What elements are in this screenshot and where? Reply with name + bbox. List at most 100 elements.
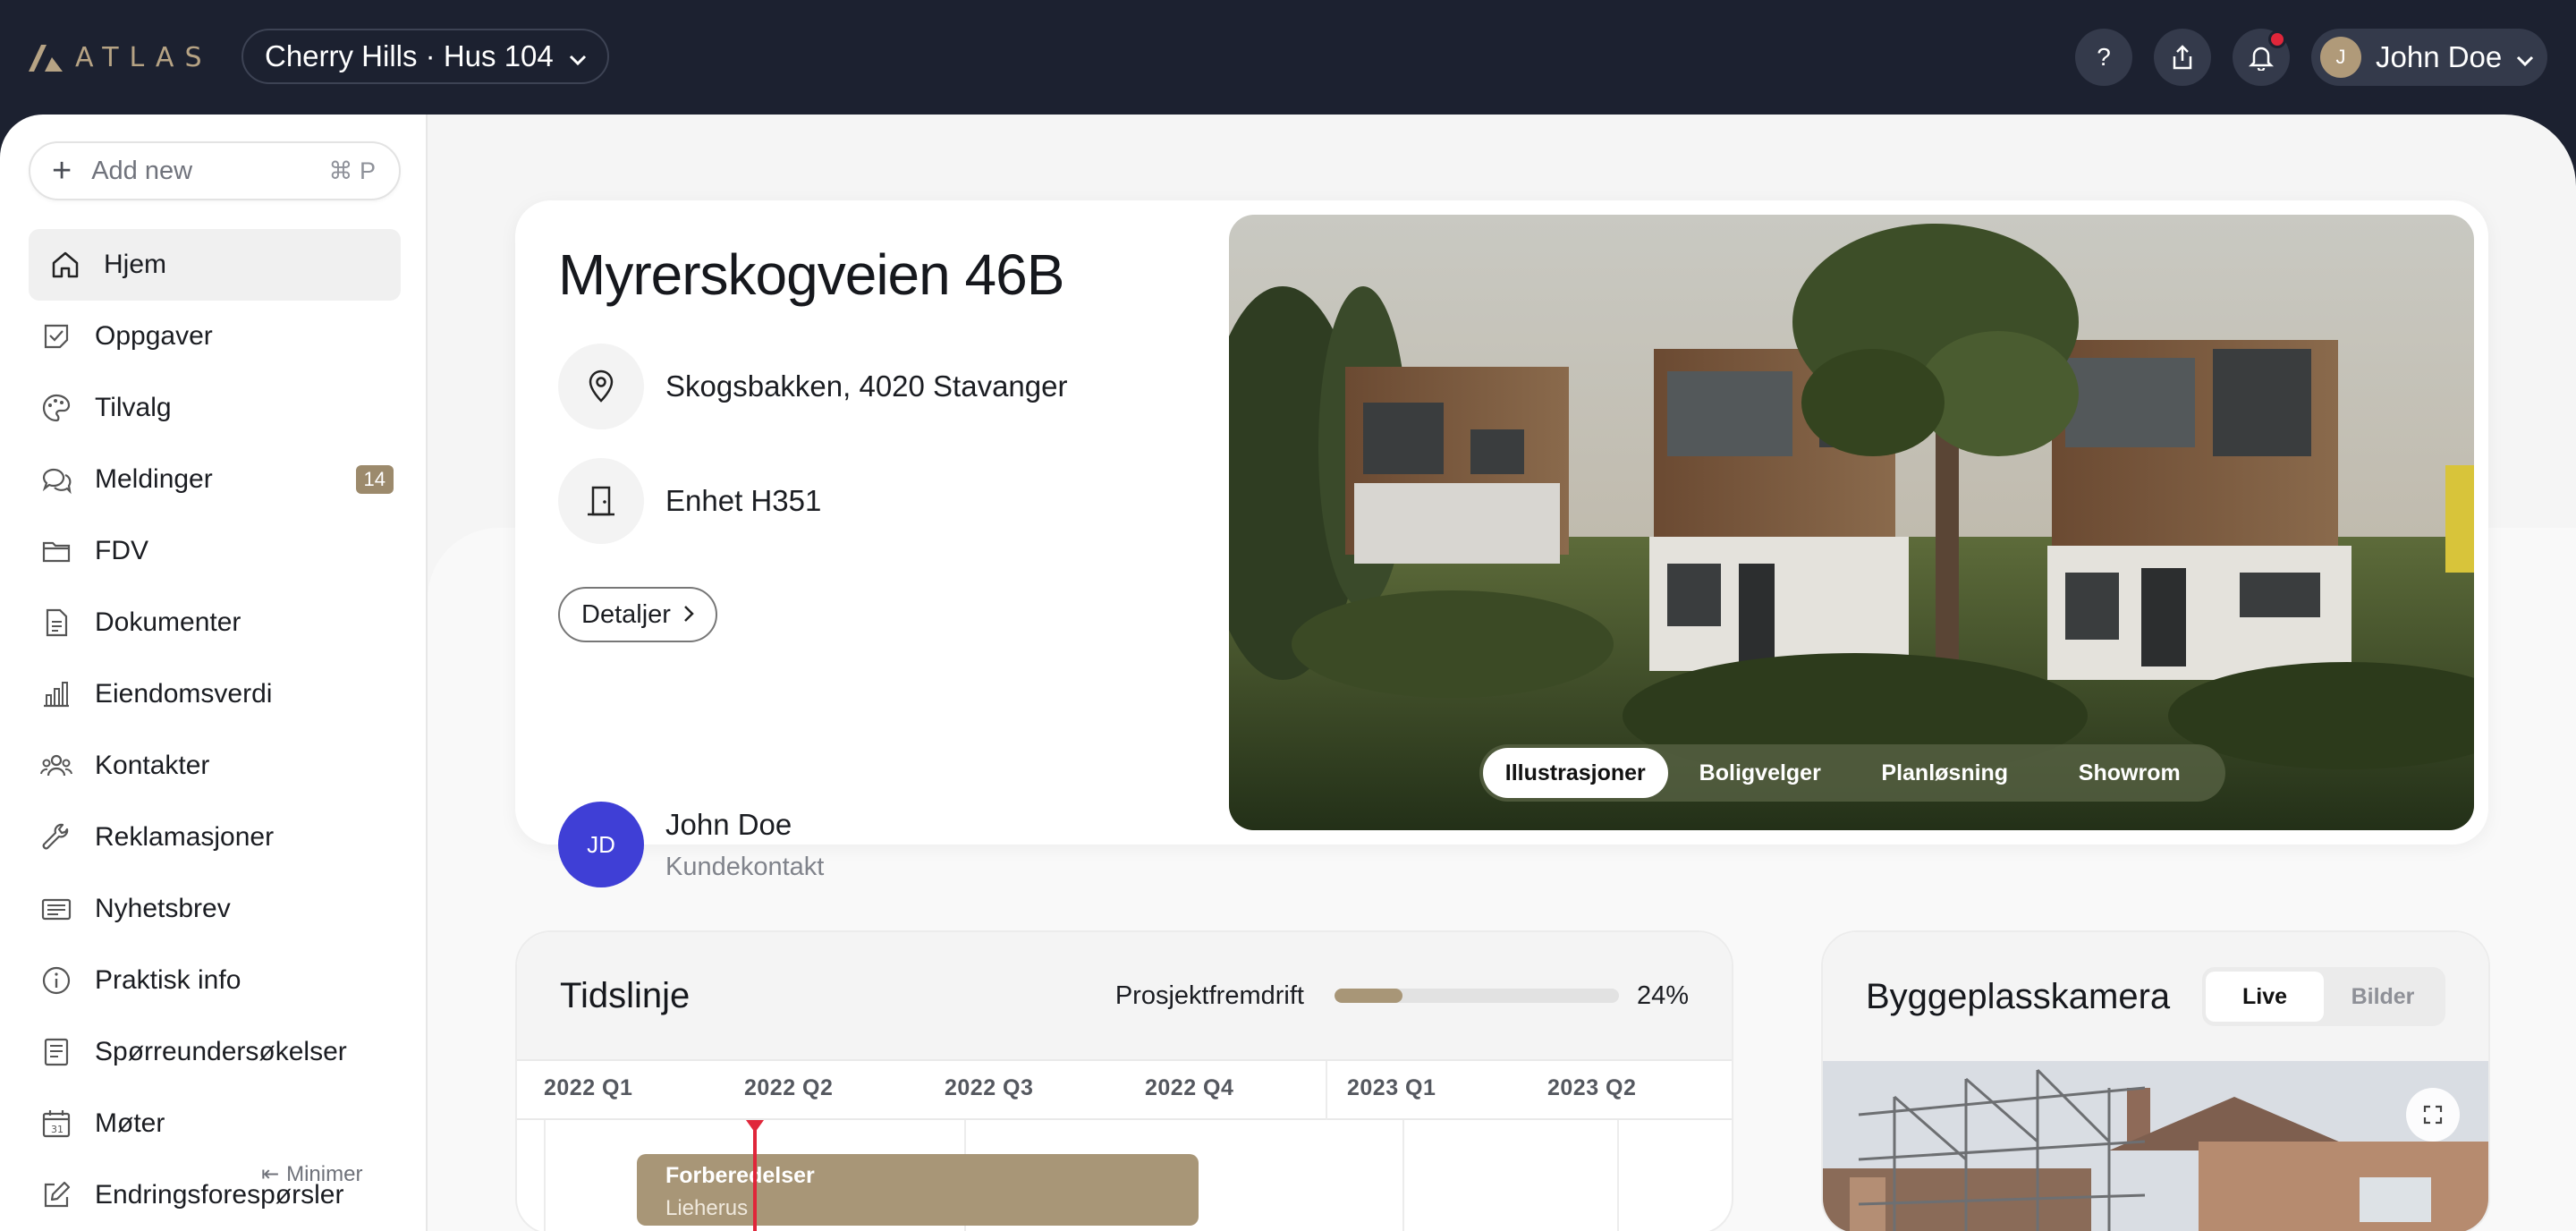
- chevron-down-icon: [2515, 40, 2535, 74]
- expand-button[interactable]: [2406, 1088, 2460, 1142]
- live-camera-image[interactable]: [1823, 1061, 2490, 1231]
- sidebar-item-hjem[interactable]: Hjem: [29, 229, 401, 301]
- unit-row: Enhet H351: [558, 458, 821, 544]
- help-button[interactable]: ?: [2075, 29, 2132, 86]
- grid-line: [544, 1120, 546, 1231]
- address-text: Skogsbakken, 4020 Stavanger: [665, 369, 1068, 403]
- sidebar-item-nyhetsbrev[interactable]: Nyhetsbrev: [29, 873, 401, 945]
- sidebar-item-label: Hjem: [104, 250, 167, 279]
- info-icon: [38, 962, 75, 999]
- top-bar: ATLAS Cherry Hills · Hus 104 ? J John Do…: [0, 0, 2576, 115]
- bell-icon: [2249, 47, 2274, 71]
- quarter-label: 2022 Q1: [544, 1075, 633, 1100]
- calendar-icon: 31: [38, 1105, 75, 1142]
- pictures-option[interactable]: Bilder: [2324, 972, 2442, 1022]
- today-marker-icon: [746, 1120, 764, 1133]
- bar-chart-icon: [38, 675, 75, 713]
- collapse-left-icon: ⇤: [261, 1162, 280, 1186]
- sidebar-item-label: Spørreundersøkelser: [95, 1037, 347, 1066]
- contact-info: John Doe Kundekontakt: [665, 808, 824, 882]
- quarter-label: 2022 Q4: [1145, 1075, 1234, 1100]
- add-new-button[interactable]: + Add new ⌘ P: [29, 141, 401, 200]
- home-icon: [47, 246, 84, 284]
- sidebar-item-fdv[interactable]: FDV: [29, 515, 401, 587]
- logo-text: ATLAS: [75, 41, 213, 73]
- sidebar-item-label: Nyhetsbrev: [95, 894, 231, 923]
- plus-icon: +: [52, 152, 72, 190]
- address-row: Skogsbakken, 4020 Stavanger: [558, 344, 1067, 429]
- chevron-right-icon: [683, 601, 694, 629]
- grid-line: [1402, 1120, 1404, 1231]
- tab-illustrasjoner[interactable]: Illustrasjoner: [1483, 748, 1668, 798]
- progress-bar: [1334, 989, 1619, 1003]
- project-name: Cherry Hills · Hus 104: [265, 39, 554, 72]
- customer-contact[interactable]: JD John Doe Kundekontakt: [558, 802, 824, 887]
- project-selector[interactable]: Cherry Hills · Hus 104: [242, 29, 609, 84]
- share-button[interactable]: [2154, 29, 2211, 86]
- svg-text:31: 31: [51, 1124, 64, 1135]
- notifications-button[interactable]: [2233, 29, 2290, 86]
- help-icon: ?: [2097, 43, 2111, 71]
- property-hero-card: Myrerskogveien 46B Skogsbakken, 4020 Sta…: [515, 200, 2488, 887]
- folder-icon: [38, 532, 75, 570]
- contacts-icon: [38, 747, 75, 785]
- year-divider: [1326, 1061, 1327, 1120]
- sidebar-item-label: Praktisk info: [95, 965, 242, 995]
- sidebar-item-kontakter[interactable]: Kontakter: [29, 730, 401, 802]
- minimize-sidebar-button[interactable]: ⇤ Minimer: [261, 1161, 362, 1187]
- live-option[interactable]: Live: [2206, 972, 2324, 1022]
- sidebar-item-meldinger[interactable]: Meldinger 14: [29, 444, 401, 515]
- page-title: Myrerskogveien 46B: [558, 242, 1064, 307]
- sidebar: + Add new ⌘ P Hjem Oppgaver Tilvalg Meld…: [0, 115, 428, 1231]
- expand-icon: [2423, 1105, 2443, 1125]
- project-progress: Prosjektfremdrift 24%: [1115, 981, 1689, 1011]
- details-button[interactable]: Detaljer: [558, 587, 717, 642]
- sidebar-item-moter[interactable]: 31 Møter: [29, 1088, 401, 1159]
- tab-planlosning[interactable]: Planløsning: [1852, 748, 2038, 798]
- sidebar-item-label: Tilvalg: [95, 393, 172, 422]
- quarter-label: 2023 Q2: [1547, 1075, 1637, 1100]
- sidebar-item-oppgaver[interactable]: Oppgaver: [29, 301, 401, 372]
- image-tab-bar: Illustrasjoner Boligvelger Planløsning S…: [1479, 744, 2225, 802]
- sidebar-item-praktisk-info[interactable]: Praktisk info: [29, 945, 401, 1016]
- sidebar-item-label: Reklamasjoner: [95, 822, 275, 852]
- sidebar-item-sporreundersokelser[interactable]: Spørreundersøkelser: [29, 1016, 401, 1088]
- phase-subtitle: Lieherus: [665, 1196, 749, 1220]
- timeline-header: Tidslinje Prosjektfremdrift 24%: [517, 932, 1732, 1061]
- main-content: Myrerskogveien 46B Skogsbakken, 4020 Sta…: [428, 115, 2576, 1231]
- sidebar-item-label: FDV: [95, 536, 148, 565]
- timeline-card: Tidslinje Prosjektfremdrift 24% 2022 Q1 …: [515, 930, 1733, 1231]
- quarter-label: 2022 Q3: [945, 1075, 1034, 1100]
- timeline-quarter-axis: 2022 Q1 2022 Q2 2022 Q3 2022 Q4 2023 Q1 …: [517, 1061, 1732, 1120]
- newsletter-icon: [38, 890, 75, 928]
- grid-line: [1617, 1120, 1619, 1231]
- chat-icon: [38, 461, 75, 498]
- tab-boligvelger[interactable]: Boligvelger: [1668, 748, 1853, 798]
- tab-showrom[interactable]: Showrom: [2038, 748, 2223, 798]
- sidebar-item-reklamasjoner[interactable]: Reklamasjoner: [29, 802, 401, 873]
- sidebar-item-label: Kontakter: [95, 751, 210, 780]
- user-menu[interactable]: J John Doe: [2311, 29, 2547, 86]
- sidebar-item-eiendomsverdi[interactable]: Eiendomsverdi: [29, 658, 401, 730]
- timeline-phase-bar[interactable]: Forberedelser Lieherus: [637, 1154, 1199, 1226]
- notification-dot: [2268, 30, 2286, 48]
- sidebar-item-tilvalg[interactable]: Tilvalg: [29, 372, 401, 444]
- property-illustration-image[interactable]: Illustrasjoner Boligvelger Planløsning S…: [1229, 215, 2474, 830]
- atlas-logo[interactable]: ATLAS: [27, 41, 213, 73]
- tasks-icon: [38, 318, 75, 355]
- avatar: JD: [558, 802, 644, 887]
- unit-text: Enhet H351: [665, 484, 822, 517]
- timeline-title: Tidslinje: [560, 975, 691, 1015]
- sidebar-nav: Hjem Oppgaver Tilvalg Meldinger 14 FDV D…: [29, 229, 401, 1231]
- sidebar-item-dokumenter[interactable]: Dokumenter: [29, 587, 401, 658]
- today-marker-line: [753, 1120, 757, 1231]
- location-pin-icon: [558, 344, 644, 429]
- quarter-label: 2023 Q1: [1347, 1075, 1436, 1100]
- palette-icon: [38, 389, 75, 427]
- document-icon: [38, 604, 75, 641]
- edit-icon: [38, 1176, 75, 1214]
- contact-role: Kundekontakt: [665, 852, 825, 881]
- unread-badge: 14: [355, 465, 394, 494]
- logo-mark-icon: [29, 45, 63, 72]
- sidebar-item-label: Eiendomsverdi: [95, 679, 273, 709]
